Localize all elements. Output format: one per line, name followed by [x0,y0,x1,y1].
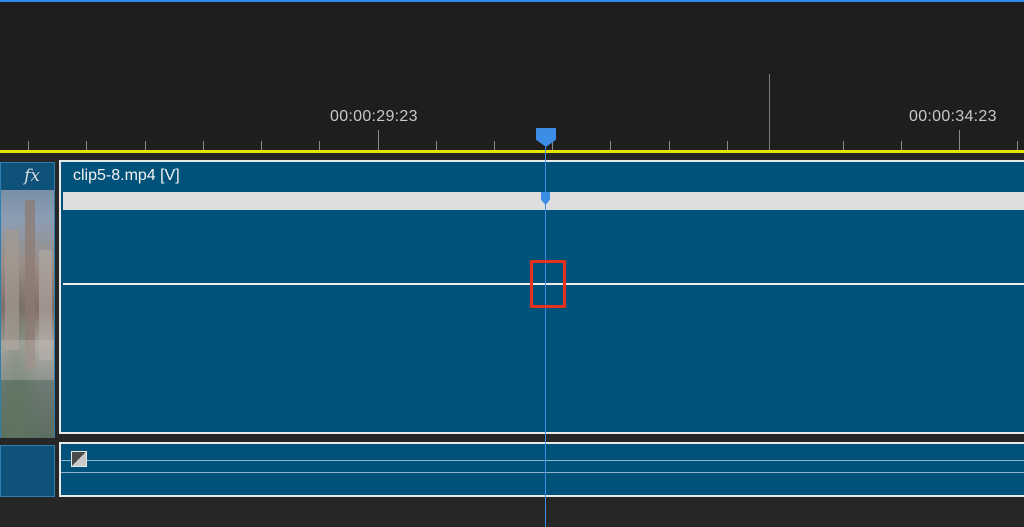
video-track-header[interactable]: fx [0,162,55,438]
ruler-tick [669,141,670,150]
audio-waveform-line [61,460,1024,461]
ruler-tick [610,141,611,150]
ruler-tick [261,141,262,150]
ruler-tick [727,141,728,150]
ruler-tick-marker [769,74,770,150]
clip-thumbnail [1,190,54,438]
playhead-line[interactable] [545,147,546,527]
ruler-tick [843,141,844,150]
clip-name-label: clip5-8.mp4 [V] [73,167,180,184]
time-ruler[interactable]: 00:00:29:23 00:00:34:23 [0,2,1024,152]
ruler-tick [203,141,204,150]
highlight-box [530,260,566,308]
timecode-label-2: 00:00:34:23 [909,108,997,125]
audio-track-header[interactable] [0,445,55,497]
ruler-tick [1017,141,1018,150]
fx-icon[interactable]: fx [1,163,54,189]
ruler-tick [28,141,29,150]
ruler-tick [436,141,437,150]
audio-waveform-line [61,472,1024,473]
audio-clip[interactable] [59,442,1024,497]
ruler-tick [319,141,320,150]
keyframe-lane[interactable] [63,192,1024,210]
audio-keyframe-icon[interactable] [71,451,87,467]
timecode-label-1: 00:00:29:23 [330,108,418,125]
ruler-tick [145,141,146,150]
ruler-tick [494,141,495,150]
ruler-tick [901,141,902,150]
ruler-tick-major [378,130,379,150]
ruler-tick [86,141,87,150]
ruler-tick-major [959,130,960,150]
